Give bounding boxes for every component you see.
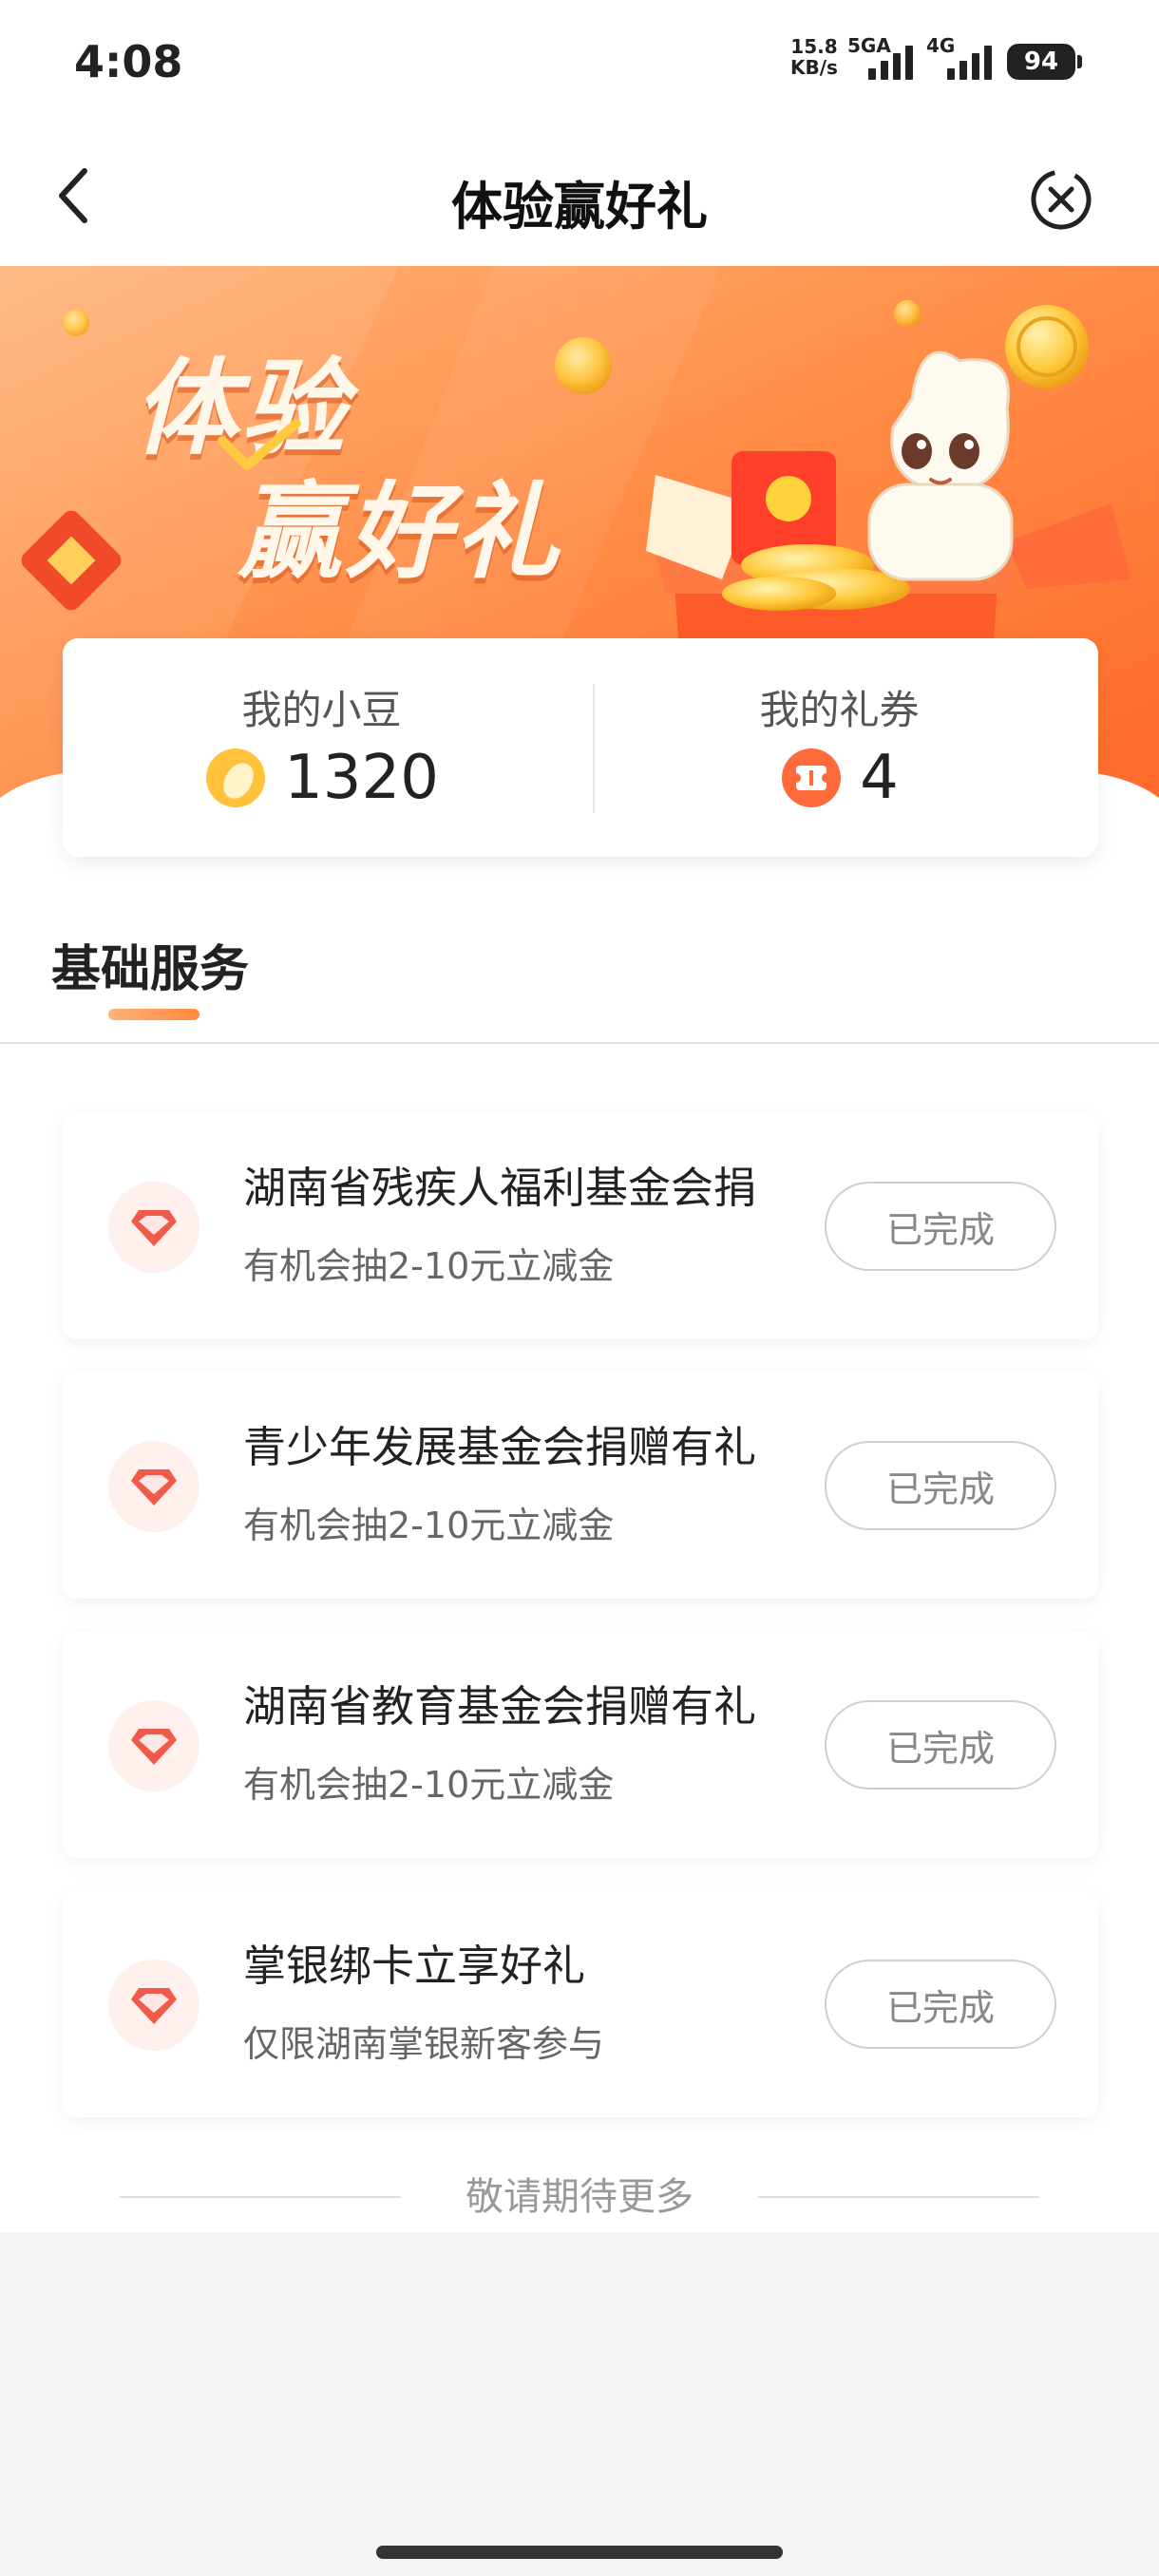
beans-label: 我的小豆	[241, 687, 402, 733]
battery-icon: 94	[1007, 44, 1075, 80]
section-underline	[108, 1009, 200, 1020]
task-card[interactable]: 掌银绑卡立享好礼 仅限湖南掌银新客参与 已完成	[63, 1891, 1098, 2117]
signal-bars-icon	[868, 42, 913, 80]
task-subtitle: 有机会抽2-10元立减金	[243, 1245, 615, 1287]
task-card[interactable]: 湖南省教育基金会捐赠有礼 有机会抽2-10元立减金 已完成	[63, 1632, 1098, 1858]
summary-divider	[593, 684, 595, 813]
task-subtitle: 仅限湖南掌银新客参与	[243, 2023, 605, 2065]
coupons-label: 我的礼券	[759, 687, 920, 733]
close-circle-icon	[1031, 169, 1092, 230]
task-completed-button[interactable]: 已完成	[825, 1182, 1056, 1271]
task-subtitle: 有机会抽2-10元立减金	[243, 1505, 615, 1546]
close-button[interactable]	[1028, 166, 1094, 233]
footer: 敬请期待更多	[0, 2166, 1159, 2223]
task-completed-button[interactable]: 已完成	[825, 1441, 1056, 1530]
coupons-value: 4	[860, 743, 899, 813]
task-completed-button[interactable]: 已完成	[825, 1700, 1056, 1790]
task-title: 湖南省残疾人福利基金会捐	[243, 1163, 757, 1213]
page-title: 体验赢好礼	[451, 177, 708, 237]
section-divider	[0, 1042, 1159, 1044]
signal-bars-4g-icon	[947, 42, 992, 80]
coupons-value-row: 4	[580, 743, 1098, 813]
status-bar: 4:08 15.8 KB/s 5GA 4G 94	[0, 0, 1159, 128]
beans-value-row: 1320	[63, 743, 580, 813]
task-card[interactable]: 青少年发展基金会捐赠有礼 有机会抽2-10元立减金 已完成	[63, 1373, 1098, 1599]
heart-gem-icon	[108, 1182, 200, 1273]
battery-tip	[1077, 55, 1082, 68]
network-speed: 15.8 KB/s	[790, 36, 838, 78]
status-time: 4:08	[74, 36, 183, 87]
beans-value: 1320	[284, 743, 439, 813]
coupons-summary[interactable]: 我的礼券 4	[580, 638, 1098, 857]
network-speed-unit: KB/s	[790, 56, 838, 79]
summary-card: 我的小豆 1320 我的礼券 4	[63, 638, 1098, 857]
heart-gem-icon	[108, 1700, 200, 1791]
task-title: 掌银绑卡立享好礼	[243, 1941, 586, 1991]
nav-bar: 体验赢好礼	[0, 128, 1159, 266]
heart-gem-icon	[108, 1441, 200, 1532]
heart-gem-icon	[108, 1960, 200, 2051]
network-speed-value: 15.8	[790, 35, 838, 58]
task-title: 湖南省教育基金会捐赠有礼	[243, 1681, 757, 1732]
beans-summary[interactable]: 我的小豆 1320	[63, 638, 580, 857]
task-card[interactable]: 湖南省残疾人福利基金会捐 有机会抽2-10元立减金 已完成	[63, 1113, 1098, 1339]
home-indicator[interactable]	[376, 2546, 783, 2559]
task-completed-button[interactable]: 已完成	[825, 1960, 1056, 2049]
footer-text: 敬请期待更多	[466, 2175, 694, 2219]
task-title: 青少年发展基金会捐赠有礼	[243, 1422, 757, 1472]
section-title: 基础服务	[51, 941, 250, 998]
coupon-ticket-icon	[782, 748, 842, 807]
bean-coin-icon	[206, 748, 266, 807]
task-subtitle: 有机会抽2-10元立减金	[243, 1764, 615, 1806]
footer-line-right	[758, 2196, 1039, 2198]
checkmark-icon	[218, 419, 301, 470]
